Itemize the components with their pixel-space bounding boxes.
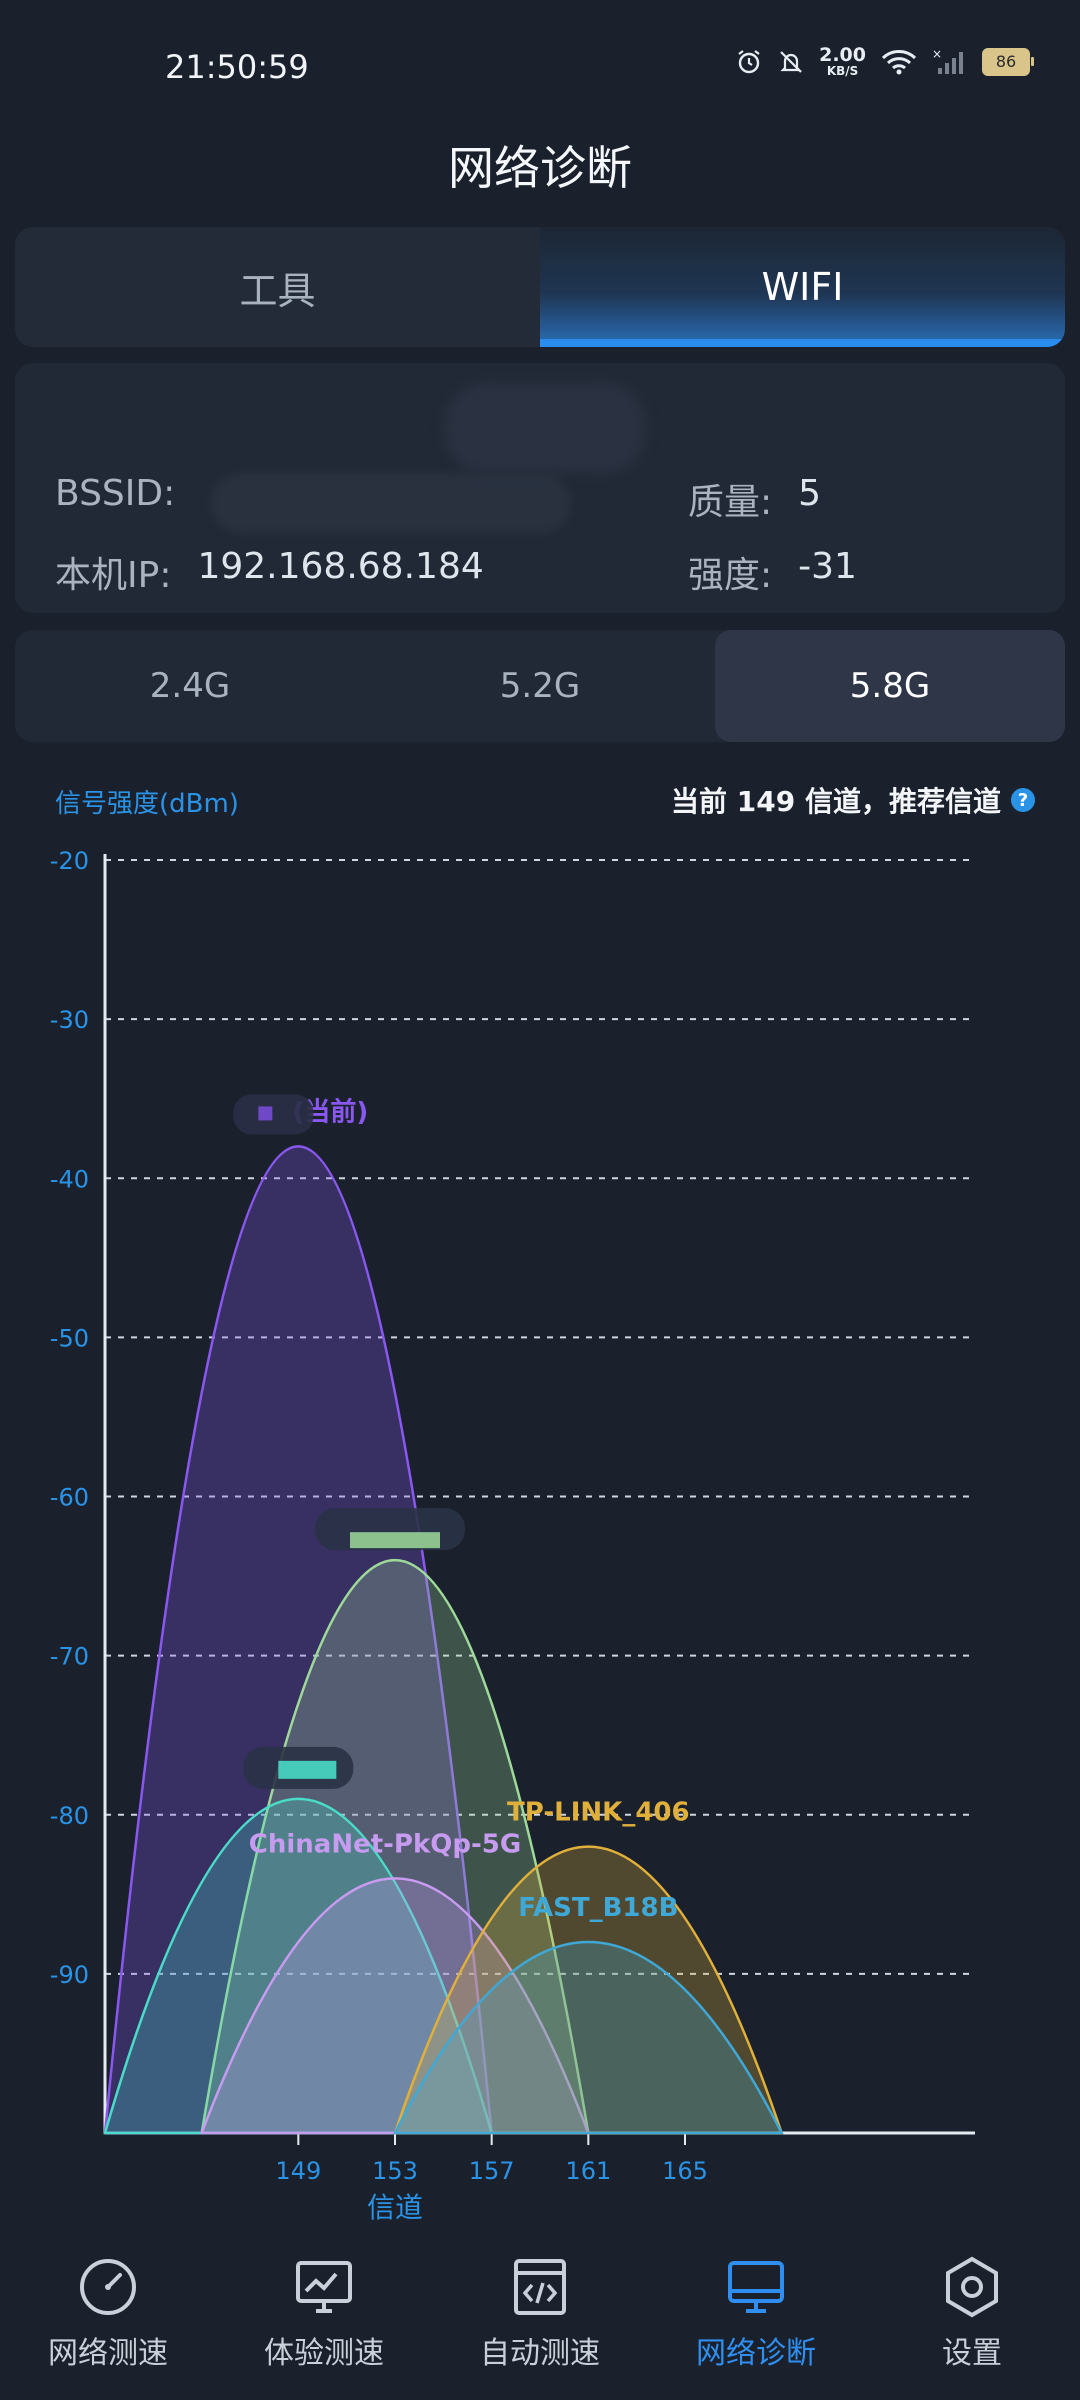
nav-network-diagnosis-label: 网络诊断 — [696, 2336, 816, 2371]
speedometer-icon — [80, 2259, 136, 2315]
x-axis-title: 信道 — [367, 2191, 423, 2224]
series-label: ChinaNet-PkQp-5G — [249, 1829, 521, 1859]
status-bar: 21:50:59 2.00 KB/S × 86 — [0, 0, 1080, 130]
svg-text:×: × — [932, 48, 942, 61]
bssid-label: BSSID: — [55, 473, 176, 514]
y-tick-label: -70 — [50, 1643, 89, 1671]
ip-label: 本机IP: — [55, 555, 172, 596]
nav-settings[interactable]: 设置 — [864, 2240, 1080, 2400]
series-label: TP-LINK_406 — [507, 1798, 690, 1828]
y-tick-label: -20 — [50, 847, 89, 875]
page-title: 网络诊断 — [448, 141, 632, 195]
nav-speed-test-label: 网络测速 — [48, 2336, 168, 2371]
wifi-icon — [881, 49, 917, 74]
y-tick-label: -50 — [50, 1324, 89, 1352]
code-window-icon — [514, 2259, 566, 2315]
channel-info: 当前 149 信道，推荐信道 ? — [671, 780, 1035, 820]
strength-row: 强度: -31 — [688, 546, 857, 598]
cellular-signal-icon: × — [932, 48, 963, 74]
monitor-chart-icon — [296, 2261, 352, 2313]
band-tab-5-8g[interactable]: 5.8G — [715, 630, 1065, 742]
channel-info-text: 当前 149 信道，推荐信道 — [671, 785, 1001, 818]
y-tick-label: -60 — [50, 1484, 89, 1512]
bssid-row: BSSID: — [55, 473, 572, 533]
strength-value: -31 — [798, 546, 857, 587]
band-tab-5-2g[interactable]: 5.2G — [365, 630, 715, 742]
nav-auto-test-label: 自动测速 — [480, 2336, 600, 2371]
band-selector: 2.4G 5.2G 5.8G — [15, 630, 1065, 742]
quality-label: 质量: — [688, 482, 773, 523]
x-tick-label: 165 — [662, 2157, 708, 2185]
y-tick-label: -90 — [50, 1961, 89, 1989]
series-label: FAST_B18B — [518, 1893, 678, 1923]
alarm-icon — [738, 49, 760, 73]
nav-experience-test-label: 体验测速 — [264, 2336, 384, 2371]
wifi-info-card: BSSID: 本机IP: 192.168.68.184 质量: 5 强度: -3… — [15, 363, 1065, 613]
y-tick-label: -40 — [50, 1165, 89, 1193]
bssid-redacted — [211, 473, 572, 533]
x-tick-label: 157 — [469, 2157, 515, 2185]
ip-value: 192.168.68.184 — [197, 546, 484, 587]
strength-label: 强度: — [688, 555, 773, 596]
nav-speed-test[interactable]: 网络测速 — [0, 2240, 216, 2400]
tab-wifi[interactable]: WIFI — [540, 227, 1065, 347]
help-icon[interactable]: ? — [1011, 788, 1035, 812]
x-tick-label: 153 — [372, 2157, 418, 2185]
redacted-label — [350, 1532, 440, 1549]
x-tick-label: 149 — [275, 2157, 321, 2185]
status-time: 21:50:59 — [165, 48, 309, 86]
redacted-label — [278, 1760, 337, 1779]
redacted-label — [233, 1094, 314, 1135]
mute-bell-icon — [780, 50, 802, 73]
x-tick-label: 161 — [565, 2157, 611, 2185]
channel-signal-chart: -20 -30 -40 -50 -60 -70 -80 -90 149 153 157 161 165 信… — [50, 847, 975, 2224]
ssid-redacted — [445, 383, 645, 473]
top-tabs: 工具 WIFI — [15, 227, 1065, 347]
net-speed-value: 2.00 — [819, 44, 866, 66]
status-icons: 2.00 KB/S × 86 — [735, 44, 1034, 78]
nav-experience-test[interactable]: 体验测速 — [216, 2240, 432, 2400]
nav-auto-test[interactable]: 自动测速 — [432, 2240, 648, 2400]
band-tab-2-4g[interactable]: 2.4G — [15, 630, 365, 742]
nav-settings-label: 设置 — [942, 2336, 1002, 2371]
quality-row: 质量: 5 — [688, 473, 821, 525]
ip-row: 本机IP: 192.168.68.184 — [55, 546, 484, 598]
redacted-label — [258, 1106, 273, 1121]
battery-icon: 86 — [982, 47, 1034, 76]
desktop-icon — [728, 2261, 784, 2313]
nav-network-diagnosis[interactable]: 网络诊断 — [648, 2240, 864, 2400]
net-speed: 2.00 KB/S — [819, 44, 866, 78]
chart-y-axis-title: 信号强度(dBm) — [55, 789, 239, 819]
y-tick-label: -80 — [50, 1802, 89, 1830]
quality-value: 5 — [798, 473, 822, 514]
y-tick-label: -30 — [50, 1006, 89, 1034]
net-speed-unit: KB/S — [826, 64, 859, 78]
bottom-nav: 网络测速 体验测速 自动测速 网络诊断 设置 — [0, 2240, 1080, 2400]
tab-tools[interactable]: 工具 — [15, 227, 540, 347]
hexagon-gear-icon — [946, 2256, 998, 2318]
